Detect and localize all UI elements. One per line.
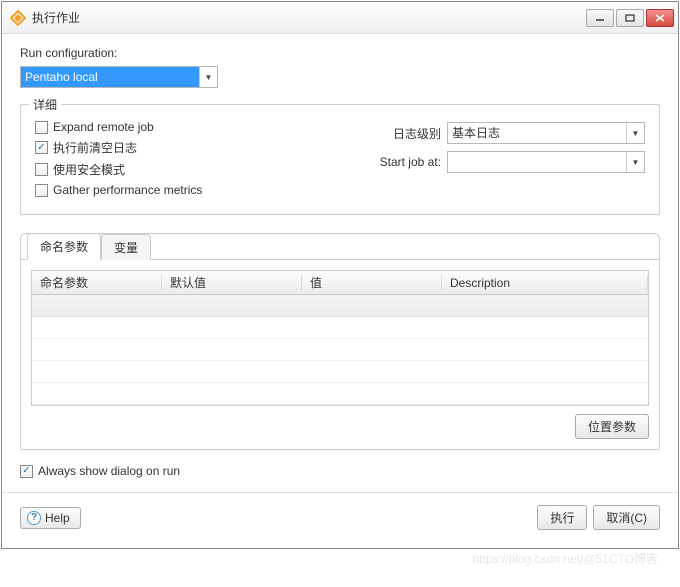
startjob-label: Start job at: — [349, 155, 447, 169]
table-header: 命名参数 默认值 值 Description — [32, 271, 648, 295]
tab-named-params[interactable]: 命名参数 — [27, 233, 101, 260]
tabs-header: 命名参数 变量 — [21, 234, 659, 260]
help-icon: ? — [27, 511, 41, 525]
run-button[interactable]: 执行 — [537, 505, 587, 530]
runconfig-combo[interactable]: Pentaho local ▼ — [20, 66, 218, 88]
gather-metrics-checkbox[interactable] — [35, 184, 48, 197]
tab-variables[interactable]: 变量 — [101, 234, 151, 260]
dialog-content: Run configuration: Pentaho local ▼ 详细 Ex… — [2, 34, 678, 548]
startjob-combo[interactable]: ▼ — [447, 151, 645, 173]
table-row[interactable] — [32, 339, 648, 361]
runconfig-label: Run configuration: — [20, 46, 660, 60]
expand-remote-checkbox[interactable] — [35, 121, 48, 134]
gather-metrics-label: Gather performance metrics — [53, 183, 202, 197]
table-row[interactable] — [32, 383, 648, 405]
dialog-footer: ? Help 执行 取消(C) — [20, 493, 660, 532]
details-legend: 详细 — [29, 96, 61, 113]
window-title: 执行作业 — [32, 9, 586, 26]
loglevel-value: 基本日志 — [448, 123, 626, 143]
table-row[interactable] — [32, 295, 648, 317]
help-button[interactable]: ? Help — [20, 507, 81, 529]
params-table[interactable]: 命名参数 默认值 值 Description — [31, 270, 649, 406]
clear-log-label: 执行前清空日志 — [53, 139, 137, 156]
params-panel: 命名参数 变量 命名参数 默认值 值 Description — [20, 233, 660, 450]
titlebar: 执行作业 — [2, 2, 678, 34]
help-label: Help — [45, 511, 70, 525]
chevron-down-icon: ▼ — [199, 67, 217, 87]
maximize-button[interactable] — [616, 9, 644, 27]
col-desc[interactable]: Description — [442, 276, 648, 290]
watermark: https://blog.csdn.net/@51CTO博客 — [473, 550, 658, 567]
runconfig-value: Pentaho local — [21, 67, 199, 87]
col-name[interactable]: 命名参数 — [32, 274, 162, 291]
safe-mode-checkbox[interactable] — [35, 163, 48, 176]
always-show-label: Always show dialog on run — [38, 464, 180, 478]
clear-log-checkbox[interactable] — [35, 141, 48, 154]
always-show-checkbox[interactable] — [20, 465, 33, 478]
col-value[interactable]: 值 — [302, 274, 442, 291]
chevron-down-icon: ▼ — [626, 123, 644, 143]
window-controls — [586, 9, 674, 27]
expand-remote-label: Expand remote job — [53, 120, 154, 134]
close-button[interactable] — [646, 9, 674, 27]
details-fieldset: 详细 Expand remote job 执行前清空日志 使用安全模式 — [20, 104, 660, 215]
table-row[interactable] — [32, 317, 648, 339]
dialog-window: 执行作业 Run configuration: Pentaho local ▼ … — [1, 1, 679, 549]
app-icon — [10, 10, 26, 26]
position-params-button[interactable]: 位置参数 — [575, 414, 649, 439]
loglevel-combo[interactable]: 基本日志 ▼ — [447, 122, 645, 144]
chevron-down-icon: ▼ — [626, 152, 644, 172]
col-default[interactable]: 默认值 — [162, 274, 302, 291]
table-row[interactable] — [32, 361, 648, 383]
cancel-button[interactable]: 取消(C) — [593, 505, 660, 530]
loglevel-label: 日志级别 — [349, 125, 447, 142]
minimize-button[interactable] — [586, 9, 614, 27]
safe-mode-label: 使用安全模式 — [53, 161, 125, 178]
